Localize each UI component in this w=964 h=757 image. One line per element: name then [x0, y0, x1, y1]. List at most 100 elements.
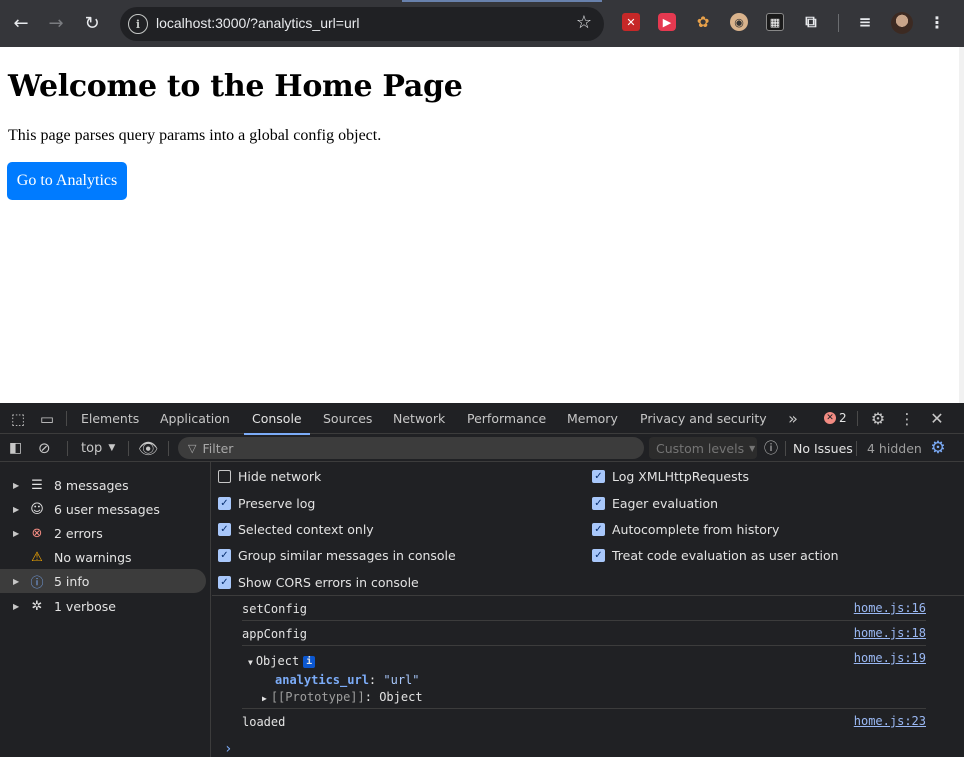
autocomplete-history-checkbox[interactable]: ✓ Autocomplete from history — [592, 519, 779, 539]
devtools-tab-bar: ⬚ ▭ Elements Application Console Sources… — [0, 403, 964, 435]
funnel-icon: ▽ — [188, 441, 197, 455]
checkbox-checked-icon: ✓ — [218, 522, 231, 536]
extension-grid-icon[interactable]: ▦ — [766, 13, 784, 31]
reload-button[interactable]: ↻ — [80, 11, 104, 35]
toolbar-divider — [128, 441, 129, 456]
sidebar-item-label: 1 verbose — [54, 598, 116, 614]
sidebar-item-info[interactable]: ▶ ⓘ 5 info — [0, 569, 206, 593]
list-icon: ☰ — [31, 477, 43, 493]
extension-face-icon[interactable]: ◉ — [730, 13, 748, 31]
issues-counter[interactable]: No Issues — [793, 434, 853, 462]
checkbox-checked-icon: ✓ — [218, 575, 231, 589]
media-control-icon[interactable]: ≡ — [856, 13, 874, 31]
more-tabs-icon[interactable]: » — [782, 403, 804, 434]
checkbox-label: Group similar messages in console — [238, 547, 456, 563]
close-devtools-icon[interactable]: ✕ — [928, 403, 946, 434]
tab-sources[interactable]: Sources — [323, 403, 372, 434]
group-similar-checkbox[interactable]: ✓ Group similar messages in console — [218, 545, 456, 565]
extension-red-icon[interactable]: ✕ — [622, 13, 640, 31]
tab-elements[interactable]: Elements — [81, 403, 139, 434]
caret-right-icon: ▶ — [262, 694, 267, 703]
tab-memory[interactable]: Memory — [567, 403, 618, 434]
caret-right-icon: ▶ — [13, 528, 20, 538]
info-icon: ⓘ — [30, 575, 44, 591]
info-badge-icon[interactable]: i — [303, 656, 316, 668]
sidebar-item-user-messages[interactable]: ▶ ☺ 6 user messages — [0, 497, 206, 521]
property-key: analytics_url — [275, 673, 369, 687]
log-levels-dropdown[interactable]: Custom levels ▼ — [649, 437, 757, 459]
preserve-log-checkbox[interactable]: ✓ Preserve log — [218, 493, 315, 513]
checkbox-checked-icon: ✓ — [592, 496, 605, 510]
star-icon[interactable]: ☆ — [576, 12, 592, 33]
tab-console[interactable]: Console — [244, 403, 310, 435]
site-info-icon[interactable]: i — [128, 14, 148, 34]
sidebar-item-errors[interactable]: ▶ ⊗ 2 errors — [0, 521, 206, 545]
filter-input[interactable]: ▽ Filter — [178, 437, 644, 459]
source-link[interactable]: home.js:16 — [854, 601, 926, 615]
message-text: appConfig — [242, 627, 308, 641]
object-property: analytics_url: "url" — [275, 673, 420, 687]
object-label: Object — [255, 654, 300, 668]
hide-network-checkbox[interactable]: Hide network — [218, 466, 321, 486]
address-bar[interactable]: i localhost:3000/?analytics_url=url ☆ — [120, 7, 604, 41]
hidden-count: 4 hidden — [867, 440, 922, 456]
profile-avatar[interactable] — [891, 12, 913, 34]
sidebar-item-messages[interactable]: ▶ ☰ 8 messages — [0, 473, 206, 497]
toolbar-divider — [856, 441, 857, 456]
tab-divider — [66, 411, 67, 426]
property-value: "url" — [383, 673, 420, 687]
inspect-element-icon[interactable]: ⬚ — [8, 403, 28, 434]
back-button[interactable]: ← — [9, 11, 33, 35]
show-cors-errors-checkbox[interactable]: ✓ Show CORS errors in console — [218, 572, 419, 592]
sidebar-toggle-icon[interactable]: ◧ — [9, 434, 22, 462]
log-xhr-checkbox[interactable]: ✓ Log XMLHttpRequests — [592, 466, 749, 486]
live-expression-eye-icon[interactable]: 👁︎ — [138, 434, 158, 462]
toolbar-divider — [838, 14, 839, 32]
kebab-menu-icon[interactable]: ⋮ — [928, 13, 946, 32]
devtools-menu-icon[interactable]: ⋮ — [898, 403, 916, 434]
page-heading: Welcome to the Home Page — [8, 69, 463, 104]
clear-console-icon[interactable]: ⊘ — [38, 434, 51, 462]
filter-placeholder: Filter — [202, 440, 234, 456]
devtools-panel: ⬚ ▭ Elements Application Console Sources… — [0, 403, 964, 757]
treat-eval-user-action-checkbox[interactable]: ✓ Treat code evaluation as user action — [592, 545, 839, 565]
toolbar-divider — [785, 441, 786, 456]
url-text[interactable]: localhost:3000/?analytics_url=url — [156, 15, 360, 31]
console-settings-gear-icon[interactable]: ⚙ — [929, 439, 947, 457]
info-circle-icon[interactable]: ⓘ — [764, 434, 778, 462]
forward-button[interactable]: → — [44, 11, 68, 35]
prototype-key: [[Prototype]] — [270, 690, 365, 704]
console-prompt[interactable]: › — [224, 741, 232, 757]
console-output: setConfig home.js:16 appConfig home.js:1… — [212, 596, 964, 757]
caret-right-icon: ▶ — [13, 504, 20, 514]
tab-network[interactable]: Network — [393, 403, 445, 434]
source-link[interactable]: home.js:23 — [854, 714, 926, 728]
device-toolbar-icon[interactable]: ▭ — [36, 403, 58, 434]
sidebar-item-verbose[interactable]: ▶ ✲ 1 verbose — [0, 594, 206, 618]
tab-privacy-security[interactable]: Privacy and security — [640, 403, 767, 434]
checkbox-checked-icon: ✓ — [218, 548, 231, 562]
source-link[interactable]: home.js:18 — [854, 626, 926, 640]
checkbox-label: Hide network — [238, 468, 322, 484]
prototype-property[interactable]: ▶ [[Prototype]]: Object — [262, 690, 423, 704]
context-selector[interactable]: top ▼ — [81, 434, 115, 462]
settings-gear-icon[interactable]: ⚙ — [867, 403, 889, 434]
selected-context-only-checkbox[interactable]: ✓ Selected context only — [218, 519, 374, 539]
caret-right-icon: ▶ — [13, 480, 20, 490]
tab-performance[interactable]: Performance — [467, 403, 546, 434]
extension-play-icon[interactable]: ▶ — [658, 13, 676, 31]
object-expander[interactable]: ▼ Object i — [248, 654, 316, 668]
sidebar-item-warnings[interactable]: ⚠ No warnings — [0, 545, 206, 569]
tab-application[interactable]: Application — [160, 403, 230, 434]
checkbox-checked-icon: ✓ — [592, 469, 605, 483]
eager-evaluation-checkbox[interactable]: ✓ Eager evaluation — [592, 493, 718, 513]
extension-cookie-icon[interactable]: ✿ — [694, 13, 712, 31]
checkbox-label: Preserve log — [238, 495, 316, 511]
error-count-badge[interactable]: ✕ 2 — [824, 411, 847, 425]
error-icon: ⊗ — [31, 525, 43, 541]
puzzle-icon[interactable]: ⧉ — [802, 12, 820, 31]
source-link[interactable]: home.js:19 — [854, 651, 926, 665]
page-scrollbar[interactable] — [959, 47, 964, 403]
go-to-analytics-button[interactable]: Go to Analytics — [7, 162, 127, 200]
message-text: loaded — [242, 715, 286, 729]
